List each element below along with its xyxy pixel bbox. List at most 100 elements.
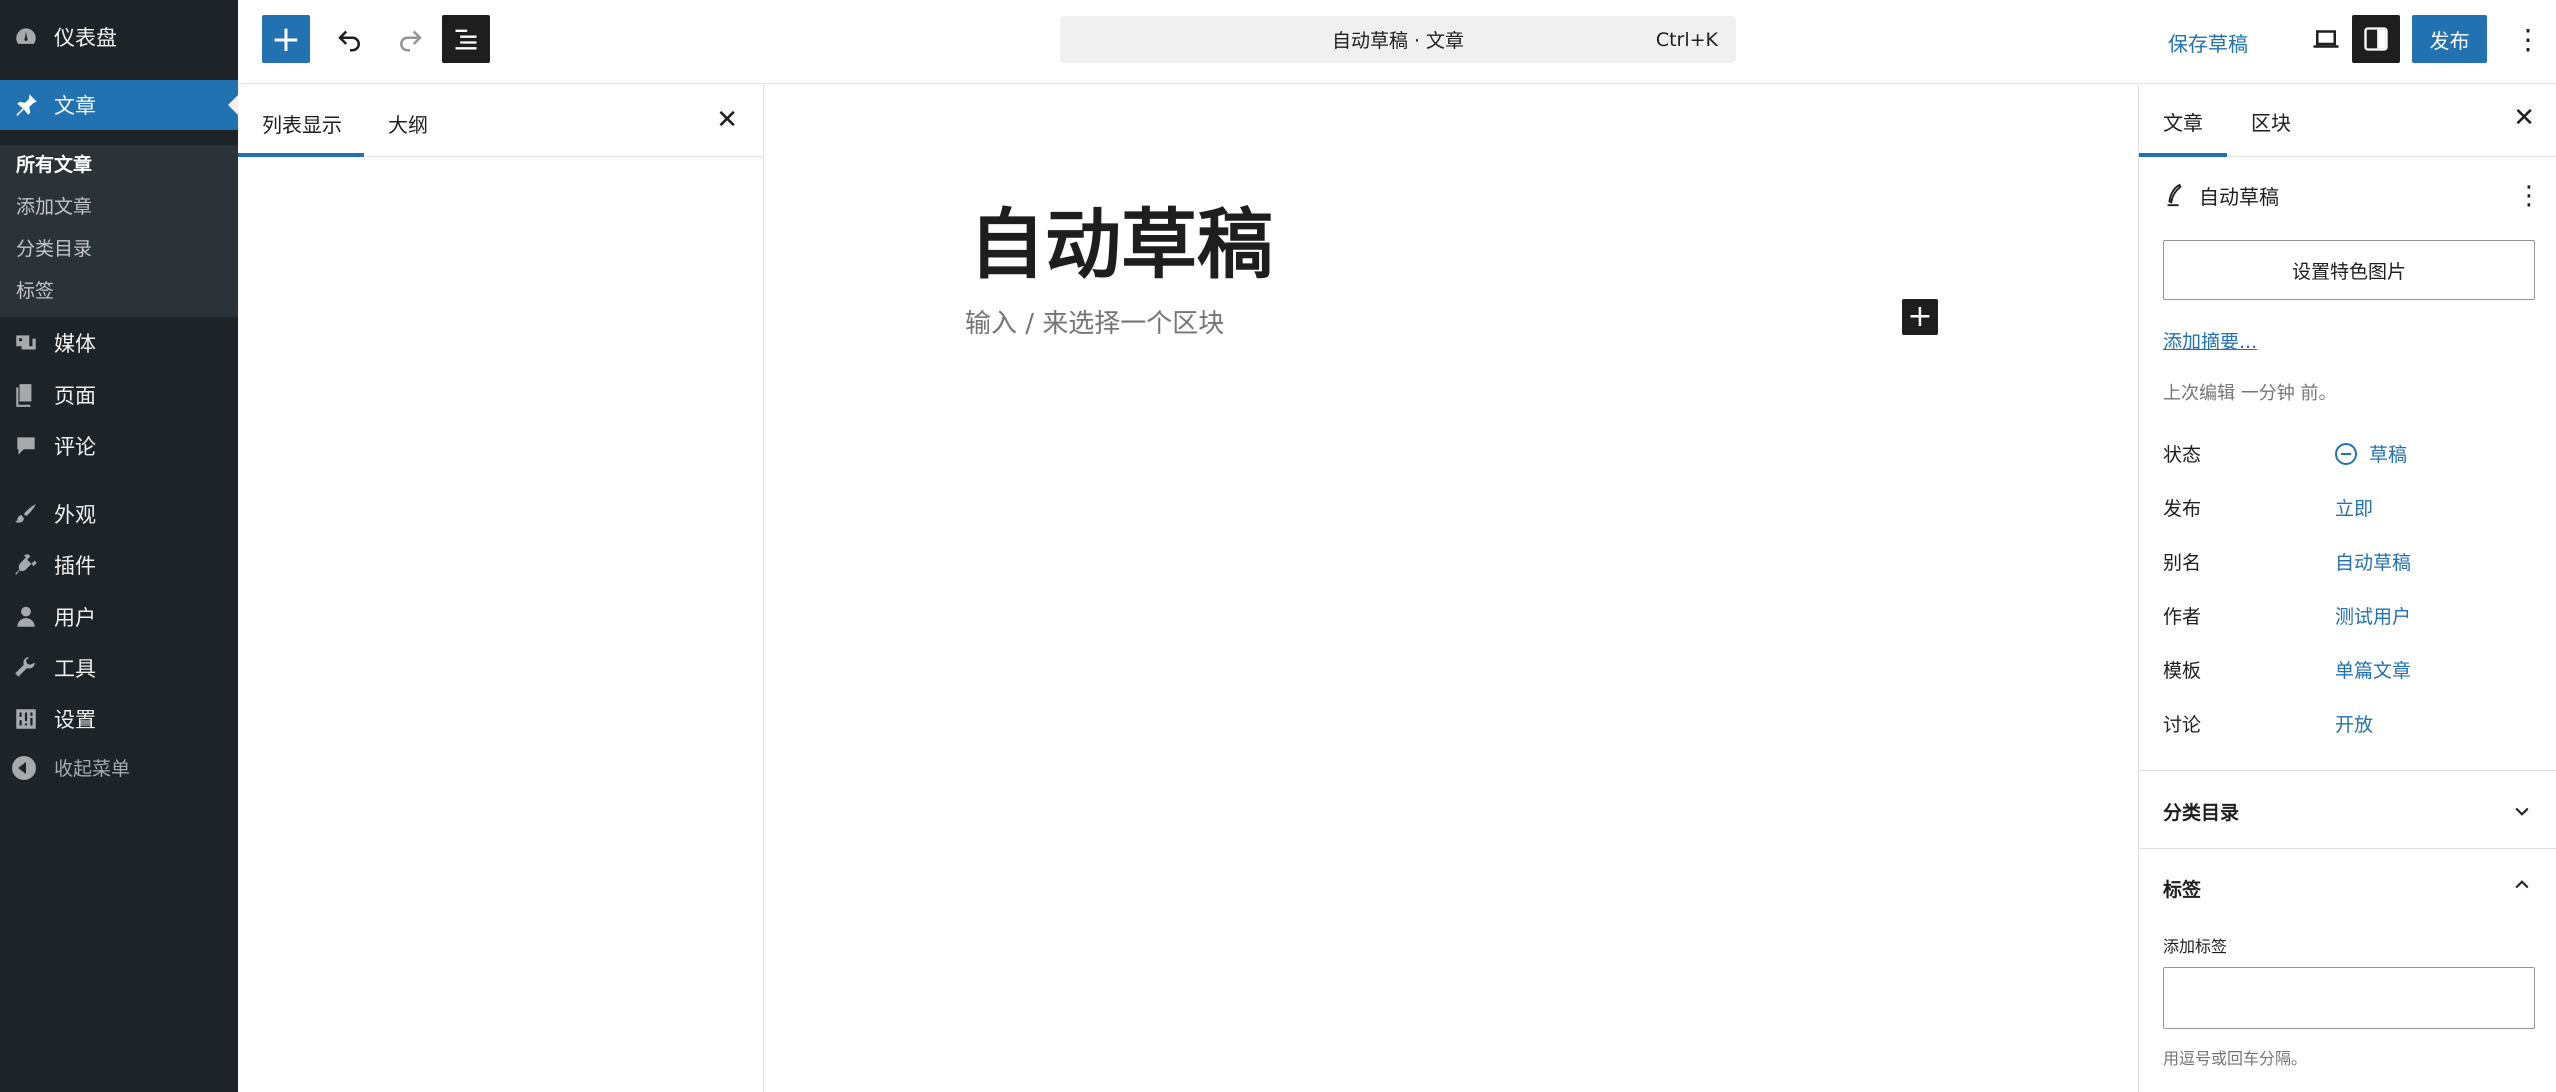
kebab-icon: ⋮ [2514, 22, 2542, 56]
chevron-down-icon [2515, 807, 2529, 816]
media-icon [12, 329, 40, 357]
document-title: 自动草稿 · 文章 [1331, 30, 1465, 52]
submenu-all-posts[interactable]: 所有文章 [16, 150, 92, 177]
settings-tabs: 文章 区块 ✕ [2139, 85, 2556, 157]
menu-label: 工具 [54, 657, 96, 681]
menu-item-users[interactable]: 用户 [0, 592, 238, 642]
add-tag-label: 添加标签 [2163, 937, 2228, 956]
tab-list-view[interactable]: 列表显示 [262, 109, 342, 138]
slug-value[interactable]: 自动草稿 [2335, 548, 2411, 575]
menu-label: 用户 [54, 606, 96, 630]
template-label: 模板 [2163, 660, 2202, 682]
settings-sidebar: 文章 区块 ✕ 自动草稿 ⋮ 设置特色图片 添加摘要... 上次编辑 一分钟 前… [2138, 85, 2556, 1092]
tab-block[interactable]: 区块 [2251, 107, 2291, 136]
dashboard-icon [12, 23, 40, 51]
redo-icon [400, 30, 422, 52]
options-button[interactable]: ⋮ [2512, 15, 2544, 63]
admin-sidebar: 仪表盘 文章 所有文章 添加文章 分类目录 标签 媒体 页面 评论 外观 插件 … [0, 0, 238, 1092]
preview-button[interactable] [2302, 15, 2350, 63]
undo-button[interactable] [326, 15, 374, 63]
submenu-categories[interactable]: 分类目录 [16, 234, 92, 261]
menu-item-settings[interactable]: 设置 [0, 694, 238, 744]
menu-item-appearance[interactable]: 外观 [0, 489, 238, 539]
publish-value[interactable]: 立即 [2335, 494, 2373, 521]
add-block-button[interactable]: + [1902, 299, 1938, 335]
menu-label: 页面 [54, 384, 96, 408]
add-excerpt-link[interactable]: 添加摘要... [2163, 327, 2257, 354]
menu-item-posts[interactable]: 文章 [0, 80, 238, 130]
status-value[interactable]: 草稿 [2335, 440, 2407, 467]
desktop-icon [2313, 30, 2339, 48]
plus-icon: + [270, 18, 302, 60]
editor-canvas: 自动草稿 输入 / 来选择一个区块 + [765, 85, 2137, 1092]
posts-submenu: 所有文章 添加文章 分类目录 标签 [0, 145, 238, 317]
menu-item-pages[interactable]: 页面 [0, 370, 238, 420]
command-shortcut: Ctrl+K [1655, 28, 1718, 51]
document-overview-panel: 列表显示 大纲 ✕ [238, 85, 764, 1092]
menu-label: 插件 [54, 554, 96, 578]
default-block-placeholder[interactable]: 输入 / 来选择一个区块 [965, 303, 1224, 340]
divider [2139, 770, 2556, 771]
pin-icon [12, 91, 40, 119]
divider [2139, 848, 2556, 849]
tab-post[interactable]: 文章 [2163, 107, 2203, 136]
save-draft-button[interactable]: 保存草稿 [2168, 20, 2248, 64]
settings-toggle-button[interactable] [2352, 15, 2400, 63]
menu-item-media[interactable]: 媒体 [0, 318, 238, 368]
tab-outline[interactable]: 大纲 [388, 109, 428, 138]
post-icon [2167, 183, 2182, 206]
tag-help-text: 用逗号或回车分隔。 [2163, 1049, 2308, 1068]
menu-item-plugins[interactable]: 插件 [0, 540, 238, 590]
publish-label: 发布 [2163, 498, 2202, 520]
add-tag-input[interactable] [2163, 967, 2535, 1029]
menu-label: 设置 [54, 708, 96, 732]
wrench-icon [12, 654, 40, 682]
settings-icon [12, 705, 40, 733]
appearance-icon [12, 500, 40, 528]
discussion-label: 讨论 [2163, 714, 2202, 736]
slug-label: 别名 [2163, 552, 2202, 574]
plus-icon: + [1907, 299, 1933, 334]
list-view-icon [455, 29, 477, 50]
overview-tabs: 列表显示 大纲 ✕ [238, 85, 764, 157]
author-value[interactable]: 测试用户 [2335, 602, 2411, 629]
template-value[interactable]: 单篇文章 [2335, 656, 2411, 683]
post-summary-header: 自动草稿 [2163, 181, 2279, 210]
set-featured-image-button[interactable]: 设置特色图片 [2163, 240, 2535, 300]
publish-button[interactable]: 发布 [2412, 15, 2487, 63]
menu-label: 外观 [54, 503, 96, 527]
menu-label: 仪表盘 [54, 26, 117, 50]
close-icon[interactable]: ✕ [2513, 103, 2535, 133]
draft-status-icon [2335, 442, 2357, 465]
discussion-value[interactable]: 开放 [2335, 710, 2373, 737]
status-value-text: 草稿 [2369, 444, 2408, 466]
collapse-menu-button[interactable]: 收起菜单 [12, 754, 130, 781]
submenu-tags[interactable]: 标签 [16, 276, 54, 303]
kebab-icon[interactable]: ⋮ [2516, 181, 2542, 211]
command-palette-bar[interactable]: 自动草稿 · 文章 Ctrl+K [1060, 16, 1736, 63]
document-overview-button[interactable] [442, 15, 490, 63]
undo-icon [338, 30, 360, 52]
last-edited-text: 上次编辑 一分钟 前。 [2163, 383, 2337, 404]
editor-toolbar: + 自动草稿 · 文章 Ctrl+K 保存草稿 发布 ⋮ [238, 0, 2556, 84]
block-inserter-button[interactable]: + [262, 15, 310, 63]
tags-panel-title: 标签 [2163, 879, 2202, 901]
comment-icon [12, 432, 40, 460]
menu-label: 文章 [54, 94, 96, 118]
page-icon [12, 381, 40, 409]
redo-button[interactable] [386, 15, 434, 63]
menu-item-dashboard[interactable]: 仪表盘 [0, 12, 238, 62]
menu-item-tools[interactable]: 工具 [0, 643, 238, 693]
active-tab-indicator [2139, 153, 2227, 157]
post-title[interactable]: 自动草稿 [969, 183, 1273, 293]
collapse-arrow-icon [12, 755, 36, 780]
chevron-up-icon [2515, 880, 2529, 889]
post-summary-title: 自动草稿 [2199, 185, 2279, 209]
close-icon[interactable]: ✕ [716, 105, 738, 135]
menu-item-comments[interactable]: 评论 [0, 421, 238, 471]
sidebar-icon [2364, 27, 2388, 51]
active-tab-indicator [238, 153, 364, 157]
author-label: 作者 [2163, 606, 2202, 628]
submenu-add-post[interactable]: 添加文章 [16, 192, 92, 219]
menu-label: 评论 [54, 435, 96, 459]
